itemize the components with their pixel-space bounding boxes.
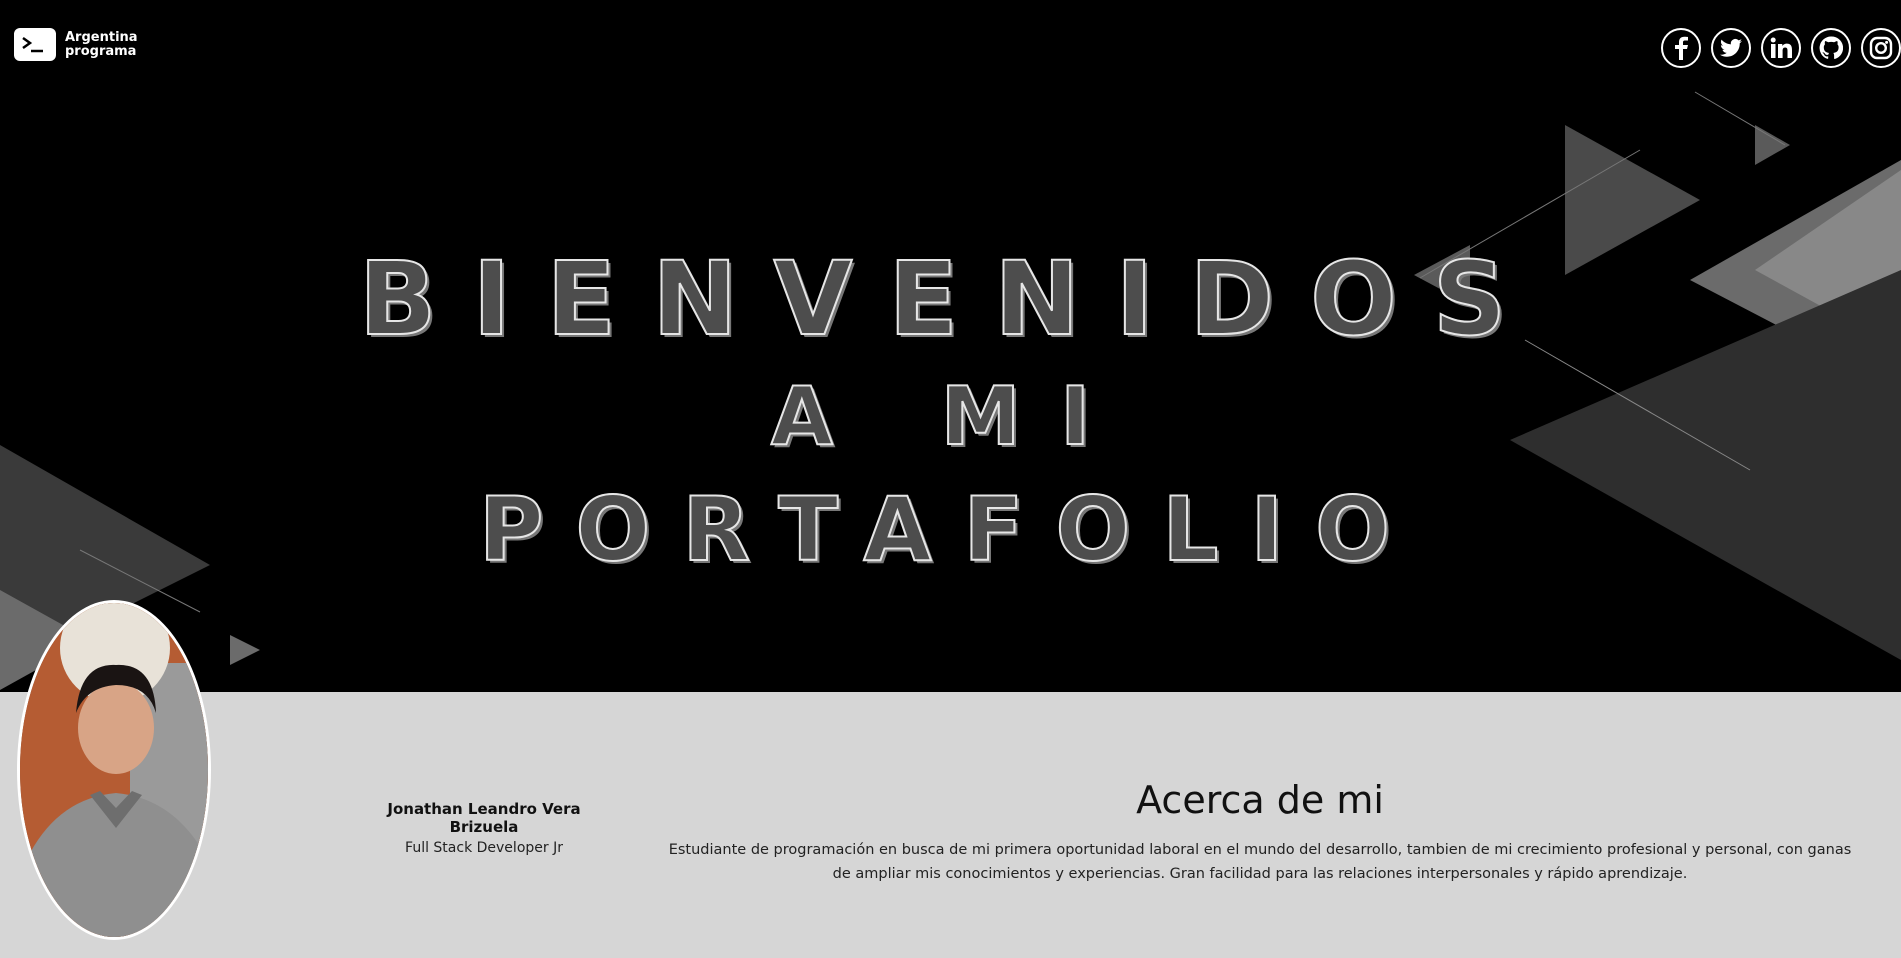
hero-title-line3: PORTAFOLIO	[478, 477, 1422, 582]
brand-line1: Argentina	[65, 29, 138, 45]
about-text: Estudiante de programación en busca de m…	[668, 842, 1852, 882]
linkedin-icon[interactable]	[1761, 28, 1801, 68]
twitter-icon[interactable]	[1711, 28, 1751, 68]
about-title: Acerca de mi	[1136, 778, 1384, 822]
hero-title-line1: BIENVENIDOS	[358, 239, 1543, 360]
hero-banner: Argentina programa BIENVENIDOS A MI PORT…	[0, 0, 1901, 692]
avatar	[17, 600, 211, 940]
brand-line2: programa	[65, 43, 137, 59]
hero-title-line2: A MI	[770, 369, 1131, 464]
profile-name: Jonathan Leandro Vera Brizuela	[387, 800, 581, 836]
brand-logo[interactable]: Argentina programa	[14, 28, 138, 61]
profile-role: Full Stack Developer Jr	[405, 840, 563, 856]
instagram-icon[interactable]	[1861, 28, 1901, 68]
facebook-icon[interactable]	[1661, 28, 1701, 68]
social-links	[1661, 28, 1901, 68]
github-icon[interactable]	[1811, 28, 1851, 68]
brand-name: Argentina programa	[65, 29, 138, 59]
terminal-icon	[14, 28, 56, 61]
